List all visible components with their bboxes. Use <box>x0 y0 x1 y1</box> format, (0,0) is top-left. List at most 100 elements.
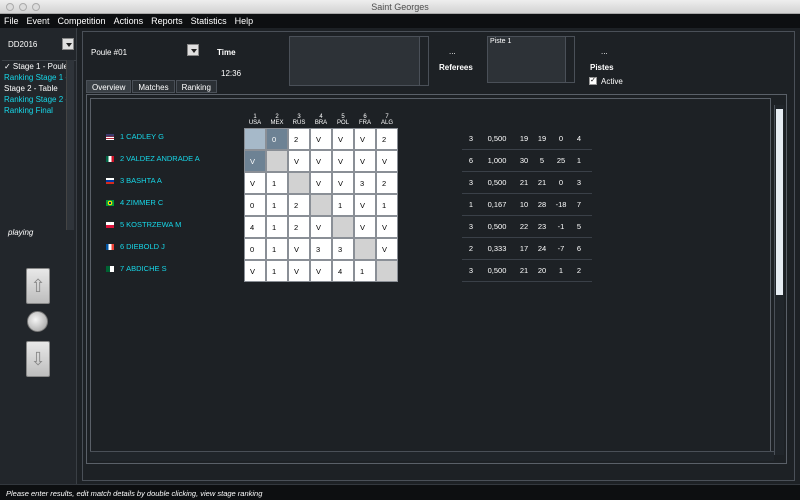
menu-actions[interactable]: Actions <box>114 16 144 26</box>
event-dropdown-icon[interactable] <box>62 38 74 50</box>
score-cell[interactable]: V <box>244 260 266 282</box>
tab-overview[interactable]: Overview <box>86 80 132 93</box>
poule-select-value[interactable]: Poule #01 <box>91 48 127 57</box>
score-cell[interactable]: V <box>244 172 266 194</box>
move-up-button[interactable]: ⇧ <box>26 268 50 304</box>
score-cell[interactable]: 0 <box>244 194 266 216</box>
score-cell[interactable]: 3 <box>332 238 354 260</box>
score-cell[interactable]: V <box>310 216 332 238</box>
tab-matches[interactable]: Matches <box>132 80 175 93</box>
score-cell[interactable]: V <box>310 172 332 194</box>
score-cell[interactable]: V <box>354 128 376 150</box>
score-cell[interactable]: V <box>288 150 310 172</box>
fencer-row[interactable]: 6 DIEBOLD J <box>106 242 165 251</box>
score-cell[interactable]: 4 <box>244 216 266 238</box>
poule-overview <box>86 94 787 464</box>
stage-item-ranking-stage1[interactable]: Ranking Stage 1 - <box>2 72 76 83</box>
score-cell[interactable]: 2 <box>288 128 310 150</box>
stage-item-stage1-poule[interactable]: ✓ Stage 1 - Poule <box>2 61 76 72</box>
pistes-more-button[interactable]: ... <box>601 47 608 56</box>
score-cell[interactable]: 2 <box>376 128 398 150</box>
score-cell[interactable]: V <box>332 150 354 172</box>
stage-item-stage2-table[interactable]: Stage 2 - Table <box>2 83 76 94</box>
column-header: 6 FRA <box>354 114 376 126</box>
close-window-icon[interactable] <box>6 3 14 11</box>
horizontal-scrollbar[interactable] <box>90 451 774 461</box>
piste-list-item[interactable]: Piste 1 <box>490 38 511 45</box>
fencer-row[interactable]: 4 ZIMMER C <box>106 198 163 207</box>
score-cell[interactable]: V <box>376 238 398 260</box>
score-cell[interactable]: 2 <box>288 216 310 238</box>
pistes-list[interactable]: Piste 1 <box>487 36 575 83</box>
menu-event[interactable]: Event <box>27 16 50 26</box>
referees-list[interactable] <box>289 36 429 86</box>
score-cell[interactable]: V <box>376 150 398 172</box>
fencer-row[interactable]: 7 ABDICHE S <box>106 264 167 273</box>
index-value: 1,000 <box>487 156 507 165</box>
vertical-scrollbar[interactable] <box>774 105 784 455</box>
score-cell[interactable]: V <box>354 216 376 238</box>
score-cell[interactable]: 0 <box>244 238 266 260</box>
score-cell[interactable]: 4 <box>332 260 354 282</box>
score-cell[interactable]: 1 <box>376 194 398 216</box>
score-cell[interactable]: 2 <box>376 172 398 194</box>
active-checkbox[interactable]: ✓ <box>589 77 597 85</box>
score-cell[interactable]: V <box>288 260 310 282</box>
menu-statistics[interactable]: Statistics <box>191 16 227 26</box>
column-header: 1 USA <box>244 114 266 126</box>
score-cell[interactable]: 3 <box>310 238 332 260</box>
fencer-name: BASHTA A <box>126 176 162 185</box>
stage-list-scrollbar[interactable] <box>66 60 74 230</box>
menu-file[interactable]: File <box>4 16 19 26</box>
referees-more-button[interactable]: ... <box>449 47 456 56</box>
score-cell[interactable]: 1 <box>332 194 354 216</box>
menu-competition[interactable]: Competition <box>58 16 106 26</box>
vertical-scroll-thumb[interactable] <box>776 109 783 295</box>
poule-dropdown-icon[interactable] <box>187 44 199 56</box>
move-down-button[interactable]: ⇩ <box>26 341 50 377</box>
stage-item-ranking-stage2[interactable]: Ranking Stage 2 - <box>2 94 76 105</box>
menu-reports[interactable]: Reports <box>151 16 183 26</box>
score-cell[interactable]: V <box>310 260 332 282</box>
column-country: BRA <box>314 120 328 126</box>
tab-ranking[interactable]: Ranking <box>175 80 217 93</box>
minimize-window-icon[interactable] <box>19 3 27 11</box>
time-value: 12:36 <box>221 69 242 78</box>
score-cell[interactable]: V <box>310 150 332 172</box>
event-select[interactable]: DD2016 <box>4 36 76 52</box>
menu-help[interactable]: Help <box>235 16 254 26</box>
stage-item-ranking-final[interactable]: Ranking Final <box>2 105 76 116</box>
fencer-row[interactable]: 2 VALDEZ ANDRADE A <box>106 154 200 163</box>
referees-scrollbar[interactable] <box>419 37 428 85</box>
score-cell[interactable]: 1 <box>266 260 288 282</box>
center-dot-button[interactable] <box>27 311 48 332</box>
score-cell[interactable]: 1 <box>266 194 288 216</box>
victories-value: 3 <box>468 178 474 187</box>
score-cell[interactable]: 2 <box>288 194 310 216</box>
fencer-row[interactable]: 1 CADLEY G <box>106 132 164 141</box>
zoom-window-icon[interactable] <box>32 3 40 11</box>
score-cell[interactable]: V <box>376 216 398 238</box>
column-header: 3 RUS <box>288 114 310 126</box>
fencer-row[interactable]: 5 KOSTRZEWA M <box>106 220 181 229</box>
score-cell[interactable]: 3 <box>354 172 376 194</box>
fencer-row[interactable]: 3 BASHTA A <box>106 176 162 185</box>
status-text: Please enter results, edit match details… <box>6 489 263 498</box>
score-cell[interactable]: 1 <box>354 260 376 282</box>
score-cell[interactable]: V <box>310 128 332 150</box>
score-cell[interactable]: V <box>354 194 376 216</box>
score-cell[interactable]: 0 <box>266 128 288 150</box>
score-cell[interactable]: 1 <box>266 216 288 238</box>
fencer-number: 7 <box>120 264 125 273</box>
score-cell[interactable]: V <box>244 150 266 172</box>
score-cell[interactable]: V <box>332 172 354 194</box>
score-cell[interactable]: V <box>288 238 310 260</box>
stats-row-divider <box>462 171 592 172</box>
pistes-scrollbar[interactable] <box>565 37 574 82</box>
touches-received-value: 19 <box>537 134 547 143</box>
score-cell[interactable]: 1 <box>266 238 288 260</box>
score-cell[interactable]: V <box>332 128 354 150</box>
score-cell[interactable]: 1 <box>266 172 288 194</box>
column-country: POL <box>336 120 349 126</box>
score-cell[interactable]: V <box>354 150 376 172</box>
